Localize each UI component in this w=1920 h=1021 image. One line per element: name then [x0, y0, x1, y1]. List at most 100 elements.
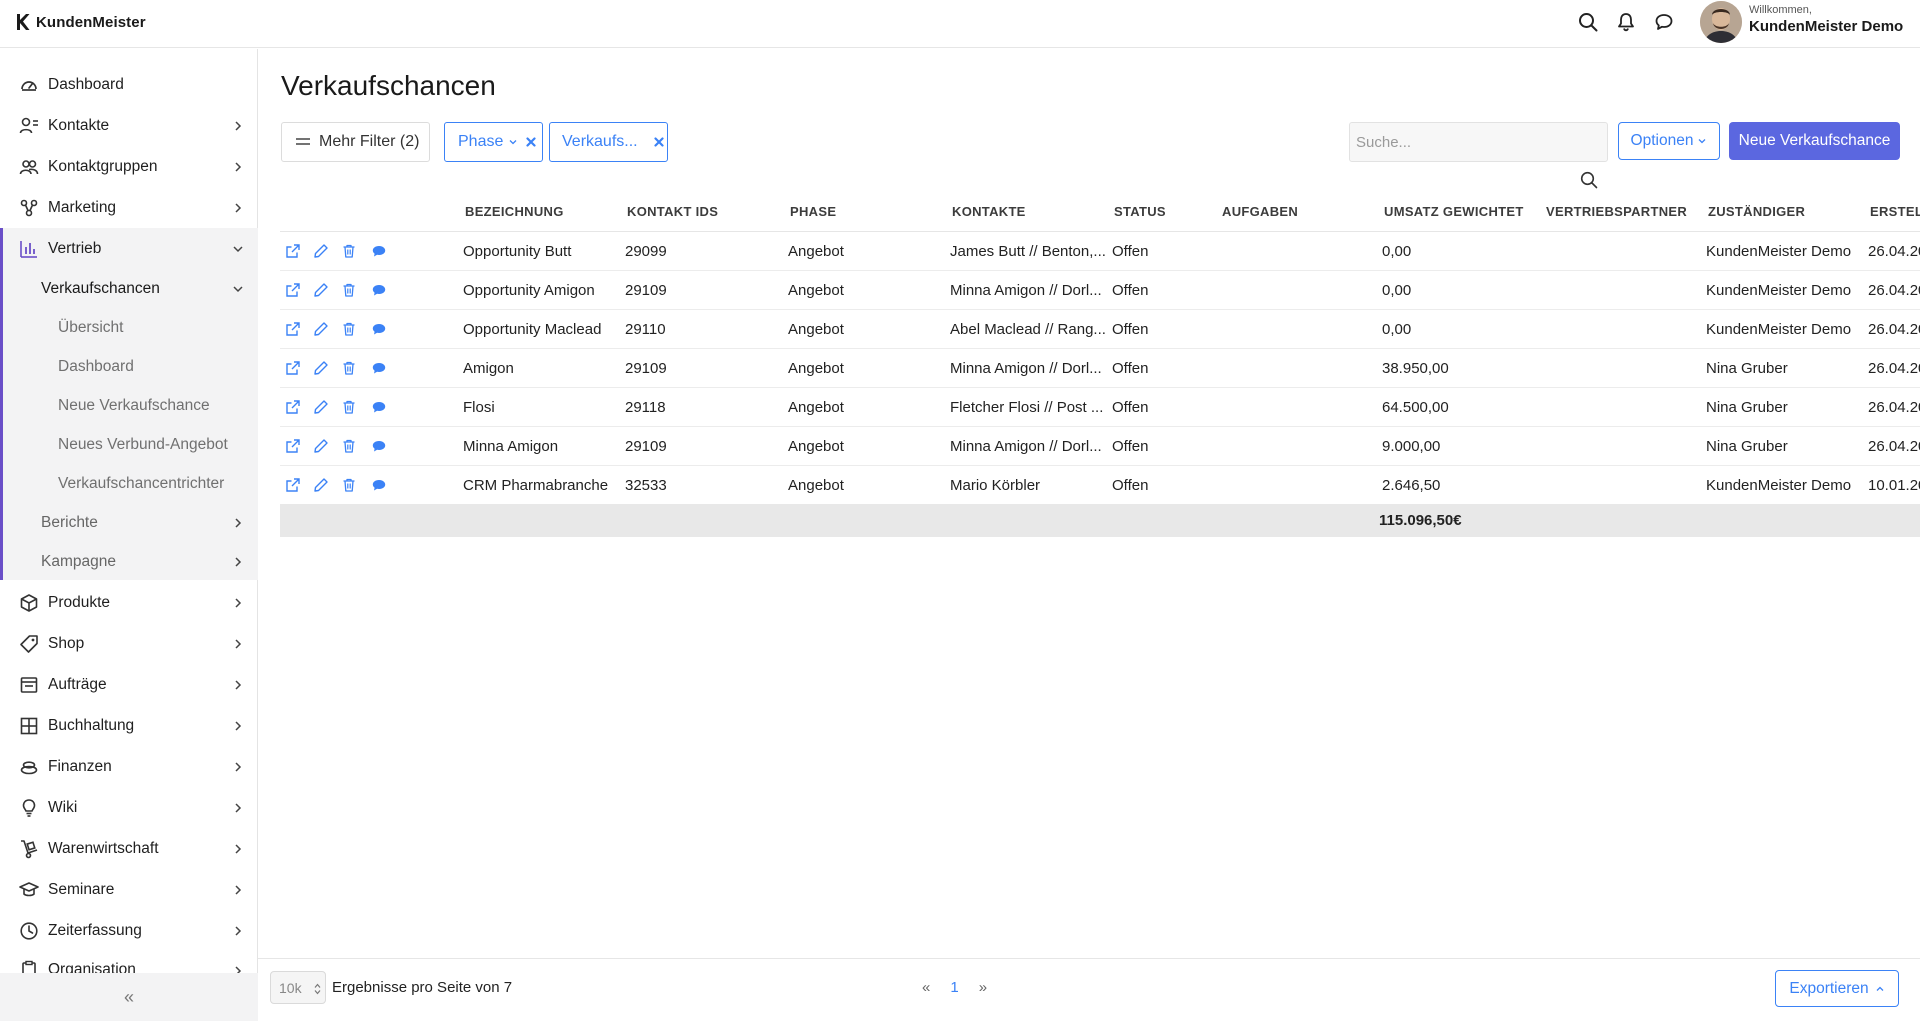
- search-icon[interactable]: [1580, 171, 1598, 189]
- comment-icon[interactable]: [370, 359, 388, 377]
- column-header[interactable]: ERSTELL: [1870, 204, 1920, 219]
- sidebar-sub-neue-verkaufschance[interactable]: Neue Verkaufschance: [0, 386, 258, 425]
- table-row[interactable]: Opportunity Butt 29099 Angebot James Butt /…: [280, 232, 1920, 271]
- edit-icon[interactable]: [312, 398, 330, 416]
- column-header[interactable]: BEZEICHNUNG: [465, 204, 564, 219]
- comment-icon[interactable]: [370, 281, 388, 299]
- delete-icon[interactable]: [340, 398, 358, 416]
- delete-icon[interactable]: [340, 476, 358, 494]
- table-row[interactable]: Opportunity Amigon 29109 Angebot Minna Amig…: [280, 271, 1920, 310]
- export-button[interactable]: Exportieren: [1775, 970, 1899, 1007]
- column-header[interactable]: STATUS: [1114, 204, 1166, 219]
- edit-icon[interactable]: [312, 437, 330, 455]
- edit-icon[interactable]: [312, 359, 330, 377]
- table-row[interactable]: Flosi 29118 Angebot Fletcher Flosi // Post …: [280, 388, 1920, 427]
- sidebar-item-organisation[interactable]: Organisation: [0, 951, 258, 973]
- table-cell: Amigon: [463, 360, 514, 377]
- column-header[interactable]: UMSATZ GEWICHTET: [1384, 204, 1524, 219]
- sidebar-sub-berichte[interactable]: Berichte: [0, 503, 258, 542]
- box-icon: [18, 592, 40, 614]
- search-icon[interactable]: [1576, 10, 1600, 34]
- sidebar-sub-verkaufschancen[interactable]: Verkaufschancen: [0, 269, 258, 308]
- edit-icon[interactable]: [312, 476, 330, 494]
- sidebar-item-vertrieb[interactable]: Vertrieb: [0, 228, 258, 269]
- external-link-icon[interactable]: [284, 437, 302, 455]
- edit-icon[interactable]: [312, 281, 330, 299]
- table-cell: 29109: [625, 282, 667, 299]
- column-header[interactable]: PHASE: [790, 204, 836, 219]
- filter-phase-label: Phase: [458, 133, 504, 150]
- remove-filter-icon[interactable]: [526, 137, 536, 147]
- table-cell: Offen: [1112, 438, 1149, 455]
- sidebar-item-wiki[interactable]: Wiki: [0, 787, 258, 828]
- comment-icon[interactable]: [370, 437, 388, 455]
- sidebar-sub-trichter[interactable]: Verkaufschancentrichter: [0, 464, 258, 503]
- delete-icon[interactable]: [340, 359, 358, 377]
- comment-icon[interactable]: [370, 398, 388, 416]
- sidebar-collapse-button[interactable]: «: [0, 973, 258, 1021]
- sidebar-sub-uebersicht[interactable]: Übersicht: [0, 308, 258, 347]
- column-header[interactable]: KONTAKT IDS: [627, 204, 718, 219]
- per-page-select[interactable]: 10k: [270, 971, 326, 1004]
- dashboard-icon: [18, 74, 40, 96]
- sidebar-item-buchhaltung[interactable]: Buchhaltung: [0, 705, 258, 746]
- search-input[interactable]: [1349, 122, 1608, 162]
- bell-icon[interactable]: [1614, 10, 1638, 34]
- sidebar-item-auftraege[interactable]: Aufträge: [0, 664, 258, 705]
- sidebar-item-dashboard[interactable]: Dashboard: [0, 64, 258, 105]
- sidebar-sub-kampagne[interactable]: Kampagne: [0, 542, 258, 581]
- delete-icon[interactable]: [340, 281, 358, 299]
- more-filters-button[interactable]: Mehr Filter (2): [281, 122, 430, 162]
- external-link-icon[interactable]: [284, 281, 302, 299]
- sidebar-item-seminare[interactable]: Seminare: [0, 869, 258, 910]
- table-row[interactable]: Opportunity Maclead 29110 Angebot Abel Macl…: [280, 310, 1920, 349]
- chevron-right-icon: [235, 120, 242, 131]
- sidebar-item-kontaktgruppen[interactable]: Kontaktgruppen: [0, 146, 258, 187]
- sidebar-item-warenwirtschaft[interactable]: Warenwirtschaft: [0, 828, 258, 869]
- external-link-icon[interactable]: [284, 242, 302, 260]
- comment-icon[interactable]: [370, 476, 388, 494]
- page-number[interactable]: 1: [950, 979, 958, 996]
- edit-icon[interactable]: [312, 320, 330, 338]
- comment-icon[interactable]: [370, 320, 388, 338]
- delete-icon[interactable]: [340, 437, 358, 455]
- bulb-icon: [18, 797, 40, 819]
- sidebar-item-marketing[interactable]: Marketing: [0, 187, 258, 228]
- external-link-icon[interactable]: [284, 359, 302, 377]
- app-logo[interactable]: KundenMeister: [16, 13, 146, 31]
- new-opportunity-button[interactable]: Neue Verkaufschance: [1729, 122, 1900, 160]
- sidebar-item-shop[interactable]: Shop: [0, 623, 258, 664]
- sidebar-item-finanzen[interactable]: Finanzen: [0, 746, 258, 787]
- external-link-icon[interactable]: [284, 320, 302, 338]
- chart-icon: [18, 238, 40, 260]
- table-row[interactable]: Amigon 29109 Angebot Minna Amigon // Dorl..…: [280, 349, 1920, 388]
- remove-filter-icon[interactable]: [653, 137, 664, 147]
- column-header[interactable]: ZUSTÄNDIGER: [1708, 204, 1805, 219]
- column-header[interactable]: KONTAKTE: [952, 204, 1026, 219]
- next-page-button[interactable]: »: [979, 979, 987, 996]
- column-header[interactable]: AUFGABEN: [1222, 204, 1298, 219]
- comment-icon[interactable]: [370, 242, 388, 260]
- sidebar-sub-dashboard[interactable]: Dashboard: [0, 347, 258, 386]
- delete-icon[interactable]: [340, 320, 358, 338]
- sidebar-item-produkte[interactable]: Produkte: [0, 582, 258, 623]
- prev-page-button[interactable]: «: [922, 979, 930, 996]
- delete-icon[interactable]: [340, 242, 358, 260]
- chat-icon[interactable]: [1652, 10, 1676, 34]
- avatar[interactable]: [1700, 1, 1742, 43]
- filter-phase[interactable]: Phase: [444, 122, 543, 162]
- sidebar-sub-neues-verbund-angebot[interactable]: Neues Verbund-Angebot: [0, 425, 258, 464]
- sidebar-item-kontakte[interactable]: Kontakte: [0, 105, 258, 146]
- table-header: BEZEICHNUNG KONTAKT IDS PHASE KONTAKTE S…: [280, 192, 1920, 232]
- external-link-icon[interactable]: [284, 476, 302, 494]
- table-row[interactable]: Minna Amigon 29109 Angebot Minna Amigon // …: [280, 427, 1920, 466]
- filter-verkaufschance[interactable]: Verkaufs...: [549, 122, 668, 162]
- sidebar-item-zeiterfassung[interactable]: Zeiterfassung: [0, 910, 258, 951]
- welcome-block[interactable]: Willkommen, KundenMeister Demo: [1749, 4, 1903, 35]
- table-cell: 26.04.20: [1868, 321, 1920, 338]
- options-button[interactable]: Optionen: [1618, 122, 1720, 160]
- external-link-icon[interactable]: [284, 398, 302, 416]
- column-header[interactable]: VERTRIEBSPARTNER: [1546, 204, 1687, 219]
- edit-icon[interactable]: [312, 242, 330, 260]
- table-row[interactable]: CRM Pharmabranche 32533 Angebot Mario Körbl…: [280, 466, 1920, 505]
